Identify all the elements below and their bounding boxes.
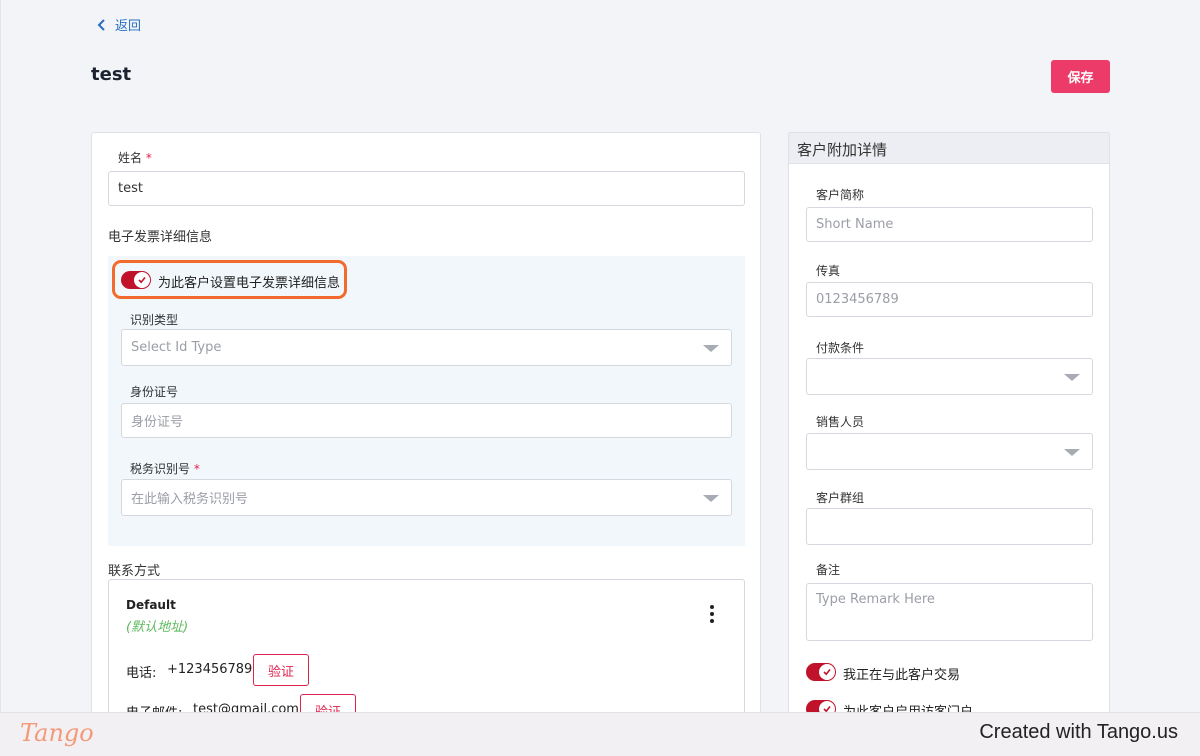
remark-label: 备注 <box>816 563 841 577</box>
payment-terms-select[interactable] <box>806 358 1093 395</box>
dropdown-caret-icon <box>1064 448 1080 456</box>
tax-id-select[interactable]: 在此输入税务识别号 <box>121 479 732 516</box>
salesperson-label: 销售人员 <box>816 415 865 429</box>
verify-phone-button[interactable]: 验证 <box>253 654 310 686</box>
name-label: 姓名 * <box>118 151 152 165</box>
name-field[interactable]: test <box>108 171 745 206</box>
verify-email-button[interactable]: 验证 <box>300 694 357 712</box>
einvoice-section-title: 电子发票详细信息 <box>108 230 213 245</box>
app-frame: 返回 test 保存 姓名 * test 电子发票详细信息 为此客户设置电子发票… <box>0 0 1200 712</box>
trading-toggle-label: 我正在与此客户交易 <box>843 668 961 683</box>
default-address-tag: (默认地址) <box>126 620 189 635</box>
portal-toggle[interactable] <box>806 700 836 712</box>
more-options-icon[interactable] <box>709 605 715 623</box>
chevron-left-icon <box>97 18 105 31</box>
save-button[interactable]: 保存 <box>1051 60 1110 93</box>
customer-group-label: 客户群组 <box>816 491 865 505</box>
short-name-label: 客户简称 <box>816 188 865 202</box>
customer-main-card: 姓名 * test 电子发票详细信息 为此客户设置电子发票详细信息 识别类型 S… <box>91 132 761 712</box>
dropdown-caret-icon <box>1064 373 1080 381</box>
contact-section-title: 联系方式 <box>108 564 161 579</box>
id-type-select[interactable]: Select Id Type <box>121 329 732 366</box>
short-name-field[interactable]: Short Name <box>806 207 1093 242</box>
id-number-label: 身份证号 <box>130 385 179 399</box>
payment-terms-label: 付款条件 <box>816 341 865 355</box>
fax-label: 传真 <box>816 264 841 278</box>
email-value: test@gmail.com <box>193 702 299 712</box>
dropdown-caret-icon <box>703 344 719 352</box>
customer-extra-card: 客户附加详情 客户简称 Short Name 传真 0123456789 付款条… <box>788 132 1110 712</box>
extra-details-header: 客户附加详情 <box>789 133 1109 164</box>
phone-value: +123456789 <box>167 662 253 677</box>
page-title: test <box>91 64 132 85</box>
dropdown-caret-icon <box>703 494 719 502</box>
trading-toggle[interactable] <box>806 663 836 681</box>
contact-card: Default (默认地址) 电话: +123456789 验证 电子邮件: t… <box>108 579 745 712</box>
einvoice-panel: 为此客户设置电子发票详细信息 识别类型 Select Id Type 身份证号 … <box>108 256 745 546</box>
tax-id-placeholder: 在此输入税务识别号 <box>131 492 249 507</box>
check-icon <box>823 668 831 676</box>
customer-group-field[interactable] <box>806 508 1093 545</box>
salesperson-select[interactable] <box>806 433 1093 470</box>
tax-id-label: 税务识别号 * <box>130 462 200 476</box>
tango-footer: Tango Created with Tango.us <box>0 712 1200 756</box>
fax-field[interactable]: 0123456789 <box>806 282 1093 317</box>
id-number-field[interactable]: 身份证号 <box>121 403 732 438</box>
step-highlight-box <box>112 260 347 299</box>
email-label: 电子邮件: <box>126 702 182 712</box>
tango-credit: Created with Tango.us <box>979 721 1178 743</box>
phone-label: 电话: <box>126 666 157 681</box>
check-icon <box>823 705 831 712</box>
id-type-placeholder: Select Id Type <box>131 340 222 355</box>
contact-name: Default <box>126 598 176 612</box>
required-mark: * <box>145 151 152 165</box>
id-type-label: 识别类型 <box>130 313 179 327</box>
remark-textarea[interactable]: Type Remark Here <box>806 583 1093 641</box>
portal-toggle-label: 为此客户启用访客门户 <box>843 701 973 712</box>
back-label: 返回 <box>115 19 142 34</box>
back-link[interactable]: 返回 <box>97 15 141 34</box>
tango-logo: Tango <box>20 719 94 747</box>
